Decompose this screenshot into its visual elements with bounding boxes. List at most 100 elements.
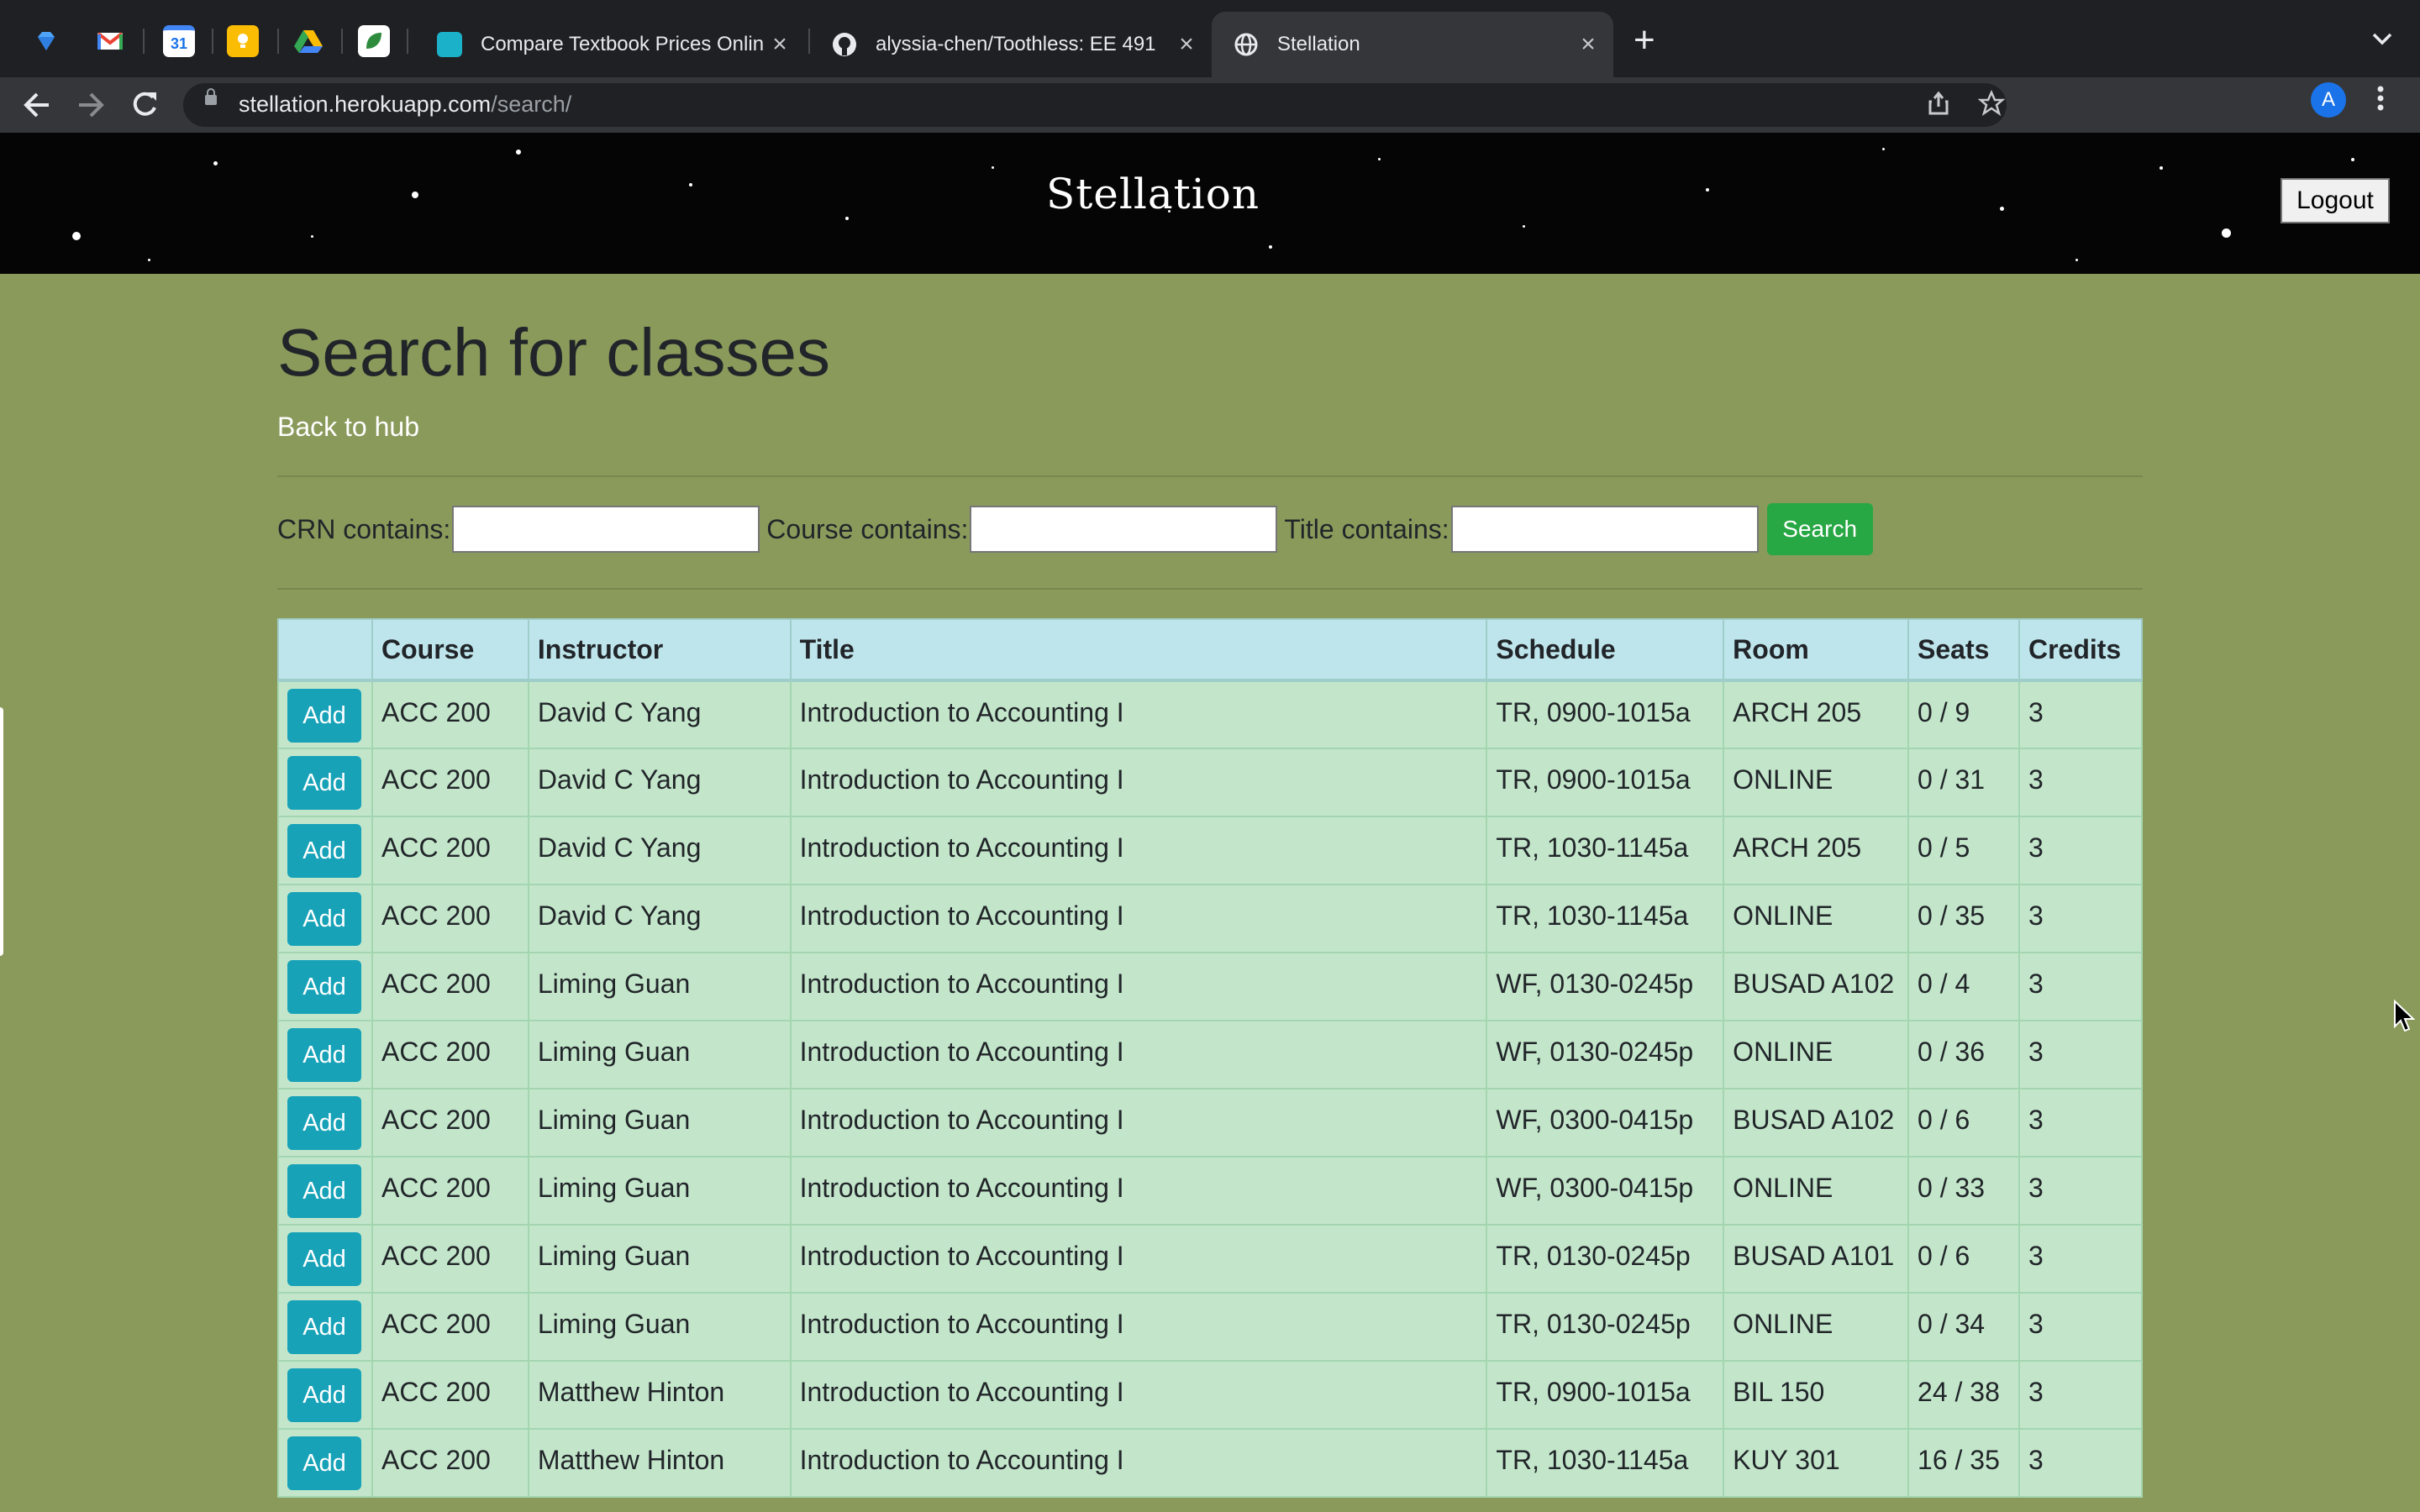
seats-cell: 0 / 5: [1907, 816, 2020, 885]
forward-icon[interactable]: [74, 86, 108, 134]
course-cell: ACC 200: [371, 1292, 529, 1362]
room-cell: ONLINE: [1723, 1020, 1910, 1089]
tab-textbook-prices[interactable]: Compare Textbook Prices Onlin ×: [415, 12, 805, 77]
room-cell: ONLINE: [1723, 884, 1910, 953]
mouse-cursor-icon: [2393, 999, 2416, 1037]
table-row: Add ACC 200 David C Yang Introduction to Ac…: [277, 680, 2144, 749]
seats-cell: 0 / 33: [1907, 1156, 2020, 1226]
schedule-cell: WF, 0130-0245p: [1486, 1020, 1725, 1089]
schedule-cell: TR, 0130-0245p: [1486, 1292, 1725, 1362]
column-header: [277, 618, 373, 682]
room-cell: BUSAD A102: [1723, 952, 1910, 1021]
calendar-icon[interactable]: 31: [163, 25, 195, 57]
credits-cell: 3: [2018, 952, 2144, 1021]
title-input[interactable]: [1450, 506, 1759, 553]
close-tab-icon[interactable]: ×: [1170, 30, 1203, 59]
back-to-hub-link[interactable]: Back to hub: [277, 412, 419, 443]
title-cell: Introduction to Accounting I: [789, 680, 1488, 749]
url-text: stellation.herokuapp.com/search/: [239, 92, 572, 117]
divider: [277, 475, 2143, 477]
seats-cell: 24 / 38: [1907, 1360, 2020, 1430]
column-header: Course: [371, 618, 529, 682]
schedule-cell: TR, 0900-1015a: [1486, 1360, 1725, 1430]
instructor-cell: Liming Guan: [527, 1224, 792, 1294]
course-input[interactable]: [970, 506, 1278, 553]
course-cell: ACC 200: [371, 816, 529, 885]
gmail-icon[interactable]: [94, 25, 126, 57]
add-class-button[interactable]: Add: [287, 1028, 361, 1082]
share-icon[interactable]: [1928, 90, 1949, 123]
table-row: Add ACC 200 David C Yang Introduction to Ac…: [277, 884, 2144, 953]
instructor-cell: Liming Guan: [527, 1156, 792, 1226]
title-cell: Introduction to Accounting I: [789, 1088, 1488, 1158]
profile-avatar[interactable]: A: [2311, 82, 2346, 118]
column-header: Seats: [1907, 618, 2020, 682]
credits-cell: 3: [2018, 1292, 2144, 1362]
add-class-button[interactable]: Add: [287, 960, 361, 1014]
add-cell: Add: [277, 884, 373, 953]
close-tab-icon[interactable]: ×: [1571, 30, 1605, 59]
tab-search-icon[interactable]: [2371, 25, 2393, 52]
seats-cell: 0 / 9: [1907, 680, 2020, 749]
instructor-cell: David C Yang: [527, 816, 792, 885]
room-cell: BUSAD A101: [1723, 1224, 1910, 1294]
add-class-button[interactable]: Add: [287, 756, 361, 810]
credits-cell: 3: [2018, 1360, 2144, 1430]
globe-icon: [1234, 32, 1259, 57]
credits-cell: 3: [2018, 1088, 2144, 1158]
address-bar[interactable]: stellation.herokuapp.com/search/: [183, 83, 2007, 127]
column-header: Instructor: [527, 618, 792, 682]
schedule-cell: TR, 1030-1145a: [1486, 816, 1725, 885]
leaf-icon[interactable]: [358, 25, 390, 57]
add-class-button[interactable]: Add: [287, 824, 361, 878]
table-row: Add ACC 200 Liming Guan Introduction to Acc…: [277, 1088, 2144, 1158]
add-class-button[interactable]: Add: [287, 689, 361, 743]
browser-menu-icon[interactable]: [2376, 84, 2385, 118]
instructor-cell: David C Yang: [527, 680, 792, 749]
add-class-button[interactable]: Add: [287, 892, 361, 946]
credits-cell: 3: [2018, 1224, 2144, 1294]
tab-stellation[interactable]: Stellation ×: [1212, 12, 1613, 77]
tab-github-toothless[interactable]: alyssia-chen/Toothless: EE 491 ×: [810, 12, 1212, 77]
add-class-button[interactable]: Add: [287, 1232, 361, 1286]
instructor-cell: Matthew Hinton: [527, 1360, 792, 1430]
add-cell: Add: [277, 1292, 373, 1362]
add-class-button[interactable]: Add: [287, 1300, 361, 1354]
keep-icon[interactable]: [227, 25, 259, 57]
schedule-cell: TR, 1030-1145a: [1486, 1428, 1725, 1498]
schedule-cell: TR, 0130-0245p: [1486, 1224, 1725, 1294]
course-cell: ACC 200: [371, 680, 529, 749]
add-cell: Add: [277, 748, 373, 817]
add-class-button[interactable]: Add: [287, 1368, 361, 1422]
reload-icon[interactable]: [128, 86, 161, 134]
add-class-button[interactable]: Add: [287, 1096, 361, 1150]
drive-icon[interactable]: [292, 25, 324, 57]
course-cell: ACC 200: [371, 1224, 529, 1294]
search-form: CRN contains: Course contains: Title con…: [277, 503, 1873, 555]
lock-icon[interactable]: [205, 88, 217, 105]
logout-button[interactable]: Logout: [2281, 178, 2390, 223]
add-class-button[interactable]: Add: [287, 1436, 361, 1490]
site-brand[interactable]: Stellation: [0, 170, 2306, 218]
new-tab-button[interactable]: +: [1634, 22, 1655, 59]
title-label: Title contains:: [1284, 513, 1449, 544]
gem-icon[interactable]: [30, 25, 62, 57]
search-button[interactable]: Search: [1766, 503, 1873, 555]
table-row: Add ACC 200 Liming Guan Introduction to Acc…: [277, 1292, 2144, 1362]
add-cell: Add: [277, 1020, 373, 1089]
back-icon[interactable]: [20, 86, 54, 134]
bookmark-star-icon[interactable]: [1977, 89, 2006, 123]
site-header: Stellation Logout: [0, 133, 2420, 274]
crn-input[interactable]: [452, 506, 760, 553]
credits-cell: 3: [2018, 1428, 2144, 1498]
add-class-button[interactable]: Add: [287, 1164, 361, 1218]
column-header: Room: [1723, 618, 1910, 682]
divider: [277, 588, 2143, 590]
course-cell: ACC 200: [371, 884, 529, 953]
course-cell: ACC 200: [371, 1088, 529, 1158]
room-cell: BUSAD A102: [1723, 1088, 1910, 1158]
course-label: Course contains:: [766, 513, 969, 544]
table-row: Add ACC 200 David C Yang Introduction to Ac…: [277, 748, 2144, 817]
schedule-cell: TR, 0900-1015a: [1486, 748, 1725, 817]
close-tab-icon[interactable]: ×: [763, 30, 797, 59]
